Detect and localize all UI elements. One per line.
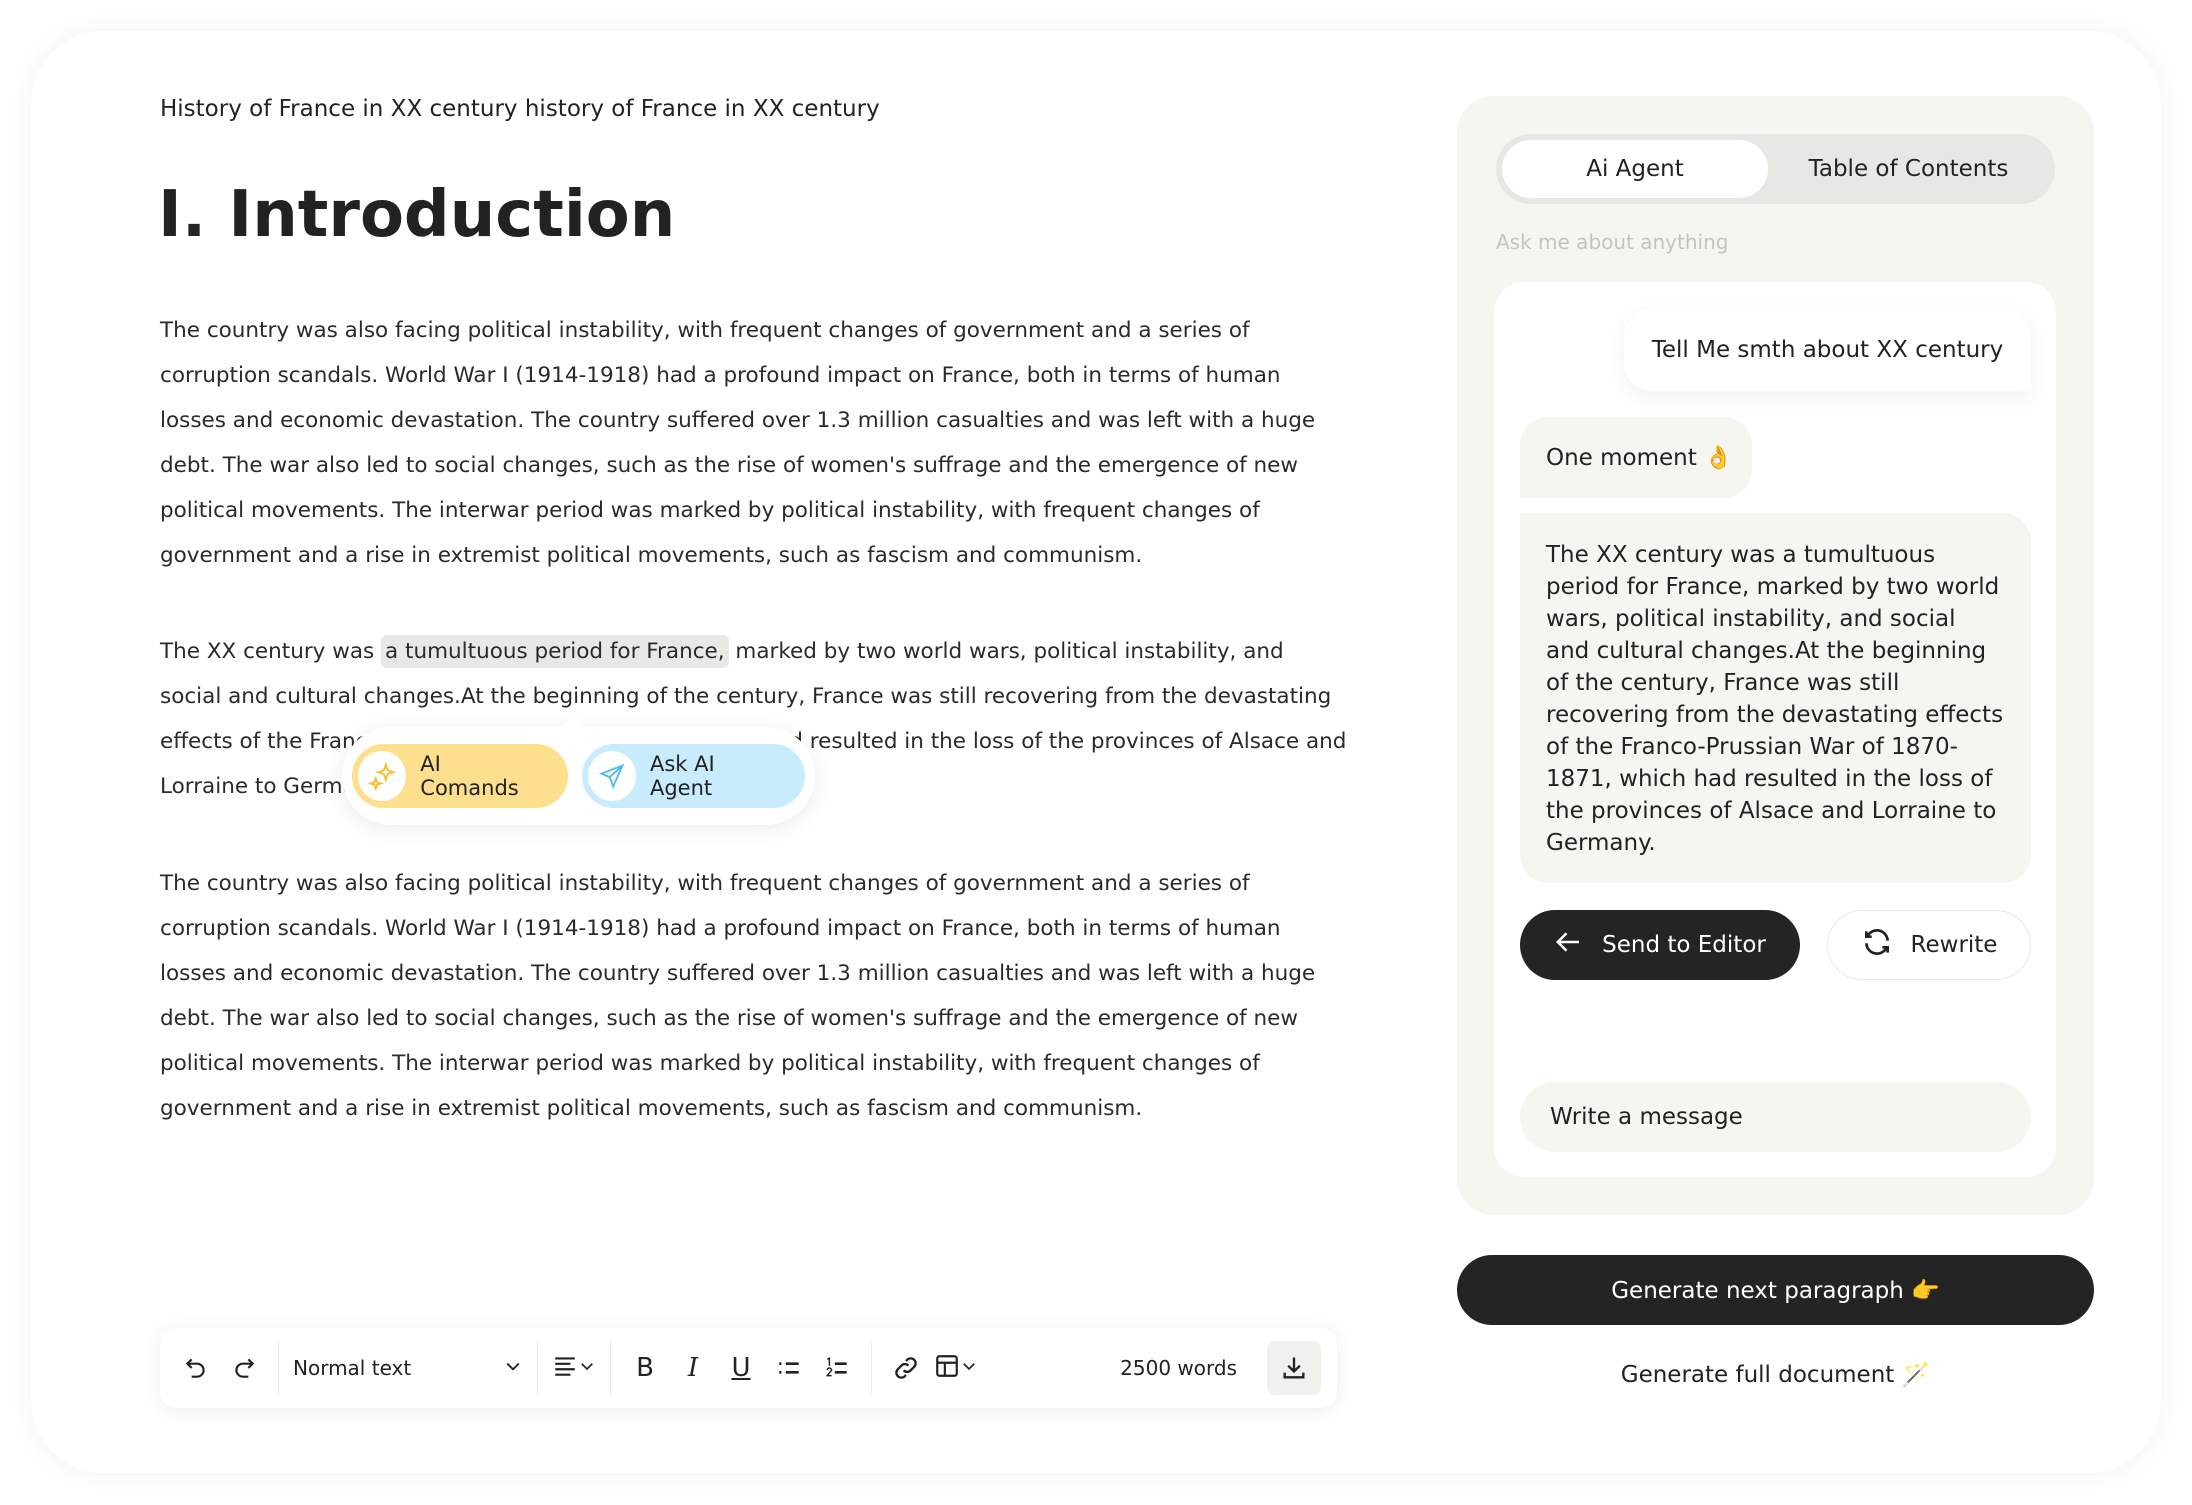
send-to-editor-button[interactable]: Send to Editor	[1520, 910, 1800, 980]
ai-commands-button[interactable]: AI Comands	[352, 744, 568, 808]
link-icon[interactable]	[886, 1348, 926, 1388]
divider	[871, 1341, 872, 1395]
paragraph-3[interactable]: The country was also facing political in…	[160, 861, 1350, 1131]
user-message: Tell Me smth about XX century	[1624, 309, 2031, 391]
numbered-list-icon[interactable]	[817, 1348, 857, 1388]
paragraph-1[interactable]: The country was also facing political in…	[160, 308, 1350, 578]
editor-toolbar: Normal text B I U 2500 words	[160, 1328, 1337, 1408]
bold-icon[interactable]: B	[625, 1348, 665, 1388]
tab-table-of-contents[interactable]: Table of Contents	[1768, 140, 2049, 198]
download-icon[interactable]	[1267, 1341, 1321, 1395]
bullet-list-icon[interactable]	[769, 1348, 809, 1388]
generate-full-document-link[interactable]: Generate full document 🪄	[1457, 1352, 2094, 1396]
text-style-dropdown[interactable]: Normal text	[293, 1348, 523, 1388]
divider	[537, 1341, 538, 1395]
assistant-reply-message[interactable]: The XX century was a tumultuous period f…	[1520, 513, 2031, 883]
selection-popup: AI Comands Ask AI Agent	[342, 715, 815, 825]
word-count: 2500 words	[1120, 1356, 1237, 1380]
document-title[interactable]: History of France in XX century history …	[160, 96, 880, 122]
divider	[610, 1341, 611, 1395]
chevron-down-icon	[503, 1356, 523, 1381]
redo-icon[interactable]	[224, 1348, 264, 1388]
divider	[278, 1341, 279, 1395]
section-heading[interactable]: I. Introduction	[158, 178, 675, 252]
refresh-icon	[1861, 926, 1893, 964]
align-dropdown[interactable]	[552, 1348, 596, 1388]
align-left-icon	[552, 1353, 578, 1384]
tab-ai-agent[interactable]: Ai Agent	[1502, 140, 1768, 198]
ask-ai-agent-button[interactable]: Ask AI Agent	[581, 744, 805, 808]
panel-tabs: Ai Agent Table of Contents	[1496, 134, 2055, 204]
table-icon	[934, 1353, 960, 1384]
underline-icon[interactable]: U	[721, 1348, 761, 1388]
chevron-down-icon	[578, 1356, 596, 1380]
undo-icon[interactable]	[176, 1348, 216, 1388]
message-input[interactable]: Write a message	[1520, 1082, 2031, 1152]
generate-next-paragraph-button[interactable]: Generate next paragraph 👉	[1457, 1255, 2094, 1325]
table-dropdown[interactable]	[934, 1348, 978, 1388]
rewrite-button[interactable]: Rewrite	[1827, 910, 2031, 980]
italic-icon[interactable]: I	[673, 1348, 713, 1388]
sparkles-icon	[358, 751, 407, 801]
assistant-wait-message: One moment 👌	[1520, 417, 1752, 498]
selected-text[interactable]: a tumultuous period for France,	[381, 635, 729, 668]
panel-hint: Ask me about anything	[1496, 230, 1729, 254]
arrow-left-icon	[1554, 927, 1584, 963]
chevron-down-icon	[960, 1356, 978, 1380]
send-icon	[587, 751, 636, 801]
